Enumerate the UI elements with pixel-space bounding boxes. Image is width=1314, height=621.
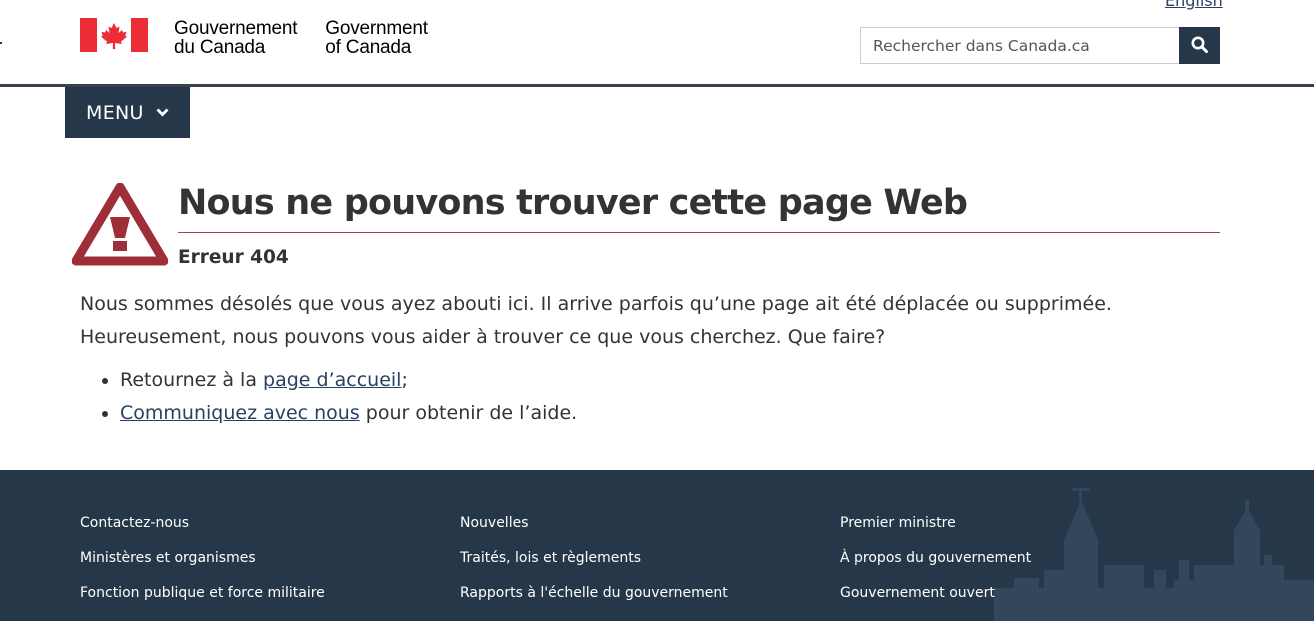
menu-button[interactable]: MENU (65, 87, 190, 138)
signature-en-line2: of Canada (325, 37, 412, 58)
header-divider (0, 84, 1314, 87)
canada-flag-icon (80, 18, 148, 52)
paragraph-line-2: Heureusement, nous pouvons vous aider à … (80, 326, 886, 348)
paragraph-line-1: Nous sommes désolés que vous ayez abouti… (80, 293, 1112, 315)
option-text-before: Retournez à la (120, 369, 264, 391)
parliament-skyline-graphic (994, 488, 1314, 621)
apology-paragraph: Nous sommes désolés que vous ayez abouti… (80, 288, 1230, 354)
footer-link-reports[interactable]: Rapports à l'échelle du gouvernement (460, 576, 728, 611)
menu-label: MENU (86, 101, 144, 124)
search-input[interactable] (860, 27, 1179, 64)
footer-link-treaties[interactable]: Traités, lois et règlements (460, 541, 728, 576)
options-list: Retournez à la page d’accueil; Communiqu… (120, 364, 577, 430)
language-toggle-link[interactable]: English (1165, 0, 1223, 10)
signature-english: Government of Canada (325, 19, 428, 57)
footer-link-contact[interactable]: Contactez-nous (80, 506, 325, 541)
title-underline (178, 232, 1220, 233)
chevron-down-icon (156, 108, 169, 117)
homepage-link[interactable]: page d’accueil (263, 369, 401, 391)
footer-link-news[interactable]: Nouvelles (460, 506, 728, 541)
option-text-after: pour obtenir de l’aide. (359, 402, 578, 424)
footer-column-2: Nouvelles Traités, lois et règlements Ra… (460, 506, 728, 611)
search-button[interactable] (1179, 27, 1220, 64)
footer: Contactez-nous Ministères et organismes … (0, 470, 1314, 621)
government-signature[interactable]: Gouvernement du Canada Government of Can… (80, 18, 428, 57)
footer-link-prime-minister[interactable]: Premier ministre (840, 506, 1031, 541)
signature-fr-line1: Gouvernement (174, 18, 298, 39)
list-item: Retournez à la page d’accueil; (120, 364, 577, 397)
footer-link-open-government[interactable]: Gouvernement ouvert (840, 576, 1031, 611)
page-title: Nous ne pouvons trouver cette page Web (178, 183, 968, 223)
search-icon (1191, 36, 1208, 56)
footer-column-3: Premier ministre À propos du gouvernemen… (840, 506, 1031, 611)
error-code: Erreur 404 (178, 247, 289, 268)
footer-column-1: Contactez-nous Ministères et organismes … (80, 506, 325, 611)
option-text-after: ; (401, 369, 408, 391)
signature-en-line1: Government (325, 18, 428, 39)
contact-us-link[interactable]: Communiquez avec nous (120, 402, 360, 424)
footer-link-departments[interactable]: Ministères et organismes (80, 541, 325, 576)
footer-link-public-service[interactable]: Fonction publique et force militaire (80, 576, 325, 611)
footer-link-about-government[interactable]: À propos du gouvernement (840, 541, 1031, 576)
search-form (860, 27, 1220, 64)
list-item: Communiquez avec nous pour obtenir de l’… (120, 397, 577, 430)
signature-french: Gouvernement du Canada (174, 19, 297, 57)
signature-fr-line2: du Canada (174, 37, 266, 58)
warning-icon (71, 182, 169, 271)
edge-marker (0, 42, 2, 44)
